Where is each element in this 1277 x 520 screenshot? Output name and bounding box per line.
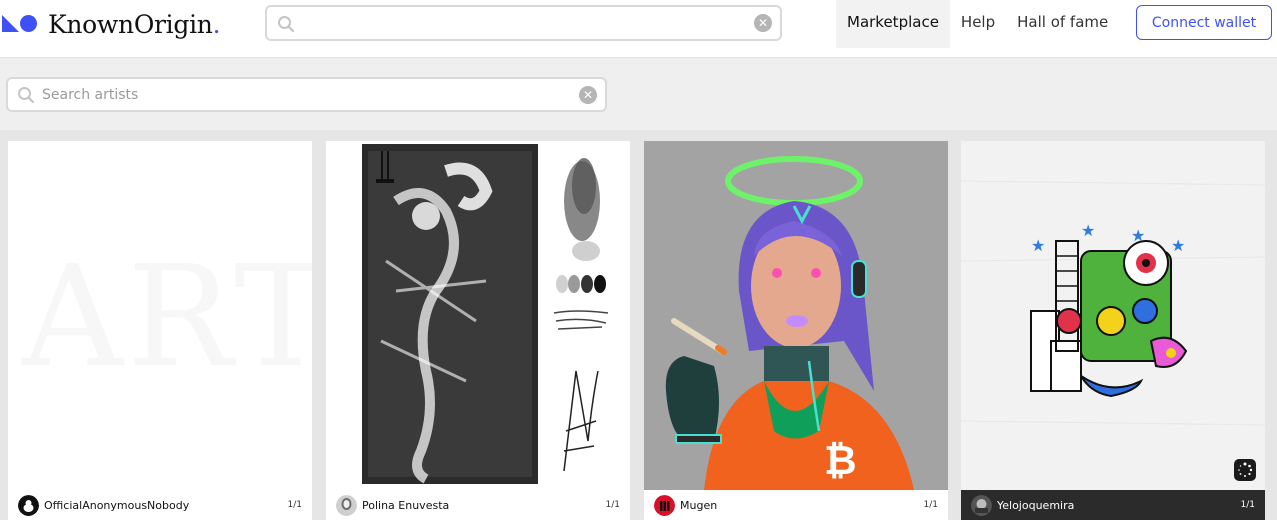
avatar[interactable] bbox=[18, 494, 39, 516]
search-icon bbox=[17, 86, 35, 108]
clear-artist-search-icon[interactable]: ✕ bbox=[579, 86, 597, 104]
svg-text:₿: ₿ bbox=[824, 438, 857, 484]
svg-text:★: ★ bbox=[1171, 236, 1185, 255]
avatar[interactable] bbox=[336, 494, 357, 516]
artist-search[interactable]: ✕ bbox=[6, 77, 607, 112]
nav-hall-of-fame[interactable]: Hall of fame bbox=[1006, 0, 1119, 48]
artwork-image[interactable]: ART bbox=[8, 141, 312, 490]
clear-search-icon[interactable]: ✕ bbox=[754, 14, 772, 32]
artist-search-input[interactable] bbox=[42, 84, 562, 106]
artist-name[interactable]: Polina Enuvesta bbox=[362, 499, 449, 512]
artist-name[interactable]: Mugen bbox=[680, 499, 717, 512]
nav-marketplace[interactable]: Marketplace bbox=[836, 0, 950, 48]
connect-wallet-button[interactable]: Connect wallet bbox=[1136, 5, 1272, 40]
logo[interactable]: KnownOrigin. bbox=[2, 8, 221, 40]
svg-text:★: ★ bbox=[1131, 226, 1145, 245]
card-footer: Polina Enuvesta 1/1 bbox=[326, 490, 630, 520]
svg-text:★: ★ bbox=[1031, 236, 1045, 255]
card-footer: Mugen 1/1 bbox=[644, 490, 948, 520]
card-footer: Yelojoquemira 1/1 bbox=[961, 490, 1265, 520]
edition-count: 1/1 bbox=[605, 500, 620, 510]
loading-spinner-icon bbox=[1234, 459, 1256, 481]
artist-name[interactable]: OfficialAnonymousNobody bbox=[44, 499, 189, 512]
artwork-card[interactable]: ₿ Mugen 1/1 bbox=[644, 141, 948, 520]
main-nav: Marketplace Help Hall of fame bbox=[836, 0, 1119, 48]
svg-text:★: ★ bbox=[1081, 221, 1095, 240]
artwork-card[interactable]: ★ ★ ★ ★ Yelojoquemira 1/1 bbox=[961, 141, 1265, 520]
edition-count: 1/1 bbox=[923, 500, 938, 510]
artwork-image[interactable]: ★ ★ ★ ★ bbox=[961, 141, 1265, 490]
global-search-input[interactable] bbox=[301, 11, 741, 35]
artwork-card[interactable]: Polina Enuvesta 1/1 bbox=[326, 141, 630, 520]
artwork-ghost-text: ART bbox=[22, 236, 312, 399]
artwork-image[interactable]: ₿ bbox=[644, 141, 948, 490]
avatar[interactable] bbox=[654, 494, 675, 516]
logo-mark-icon bbox=[2, 12, 40, 36]
avatar[interactable] bbox=[971, 494, 992, 516]
global-search[interactable]: ✕ bbox=[265, 5, 782, 41]
top-header: KnownOrigin. ✕ Marketplace Help Hall of … bbox=[0, 0, 1277, 58]
edition-count: 1/1 bbox=[287, 500, 302, 510]
search-icon bbox=[277, 15, 295, 37]
nav-help[interactable]: Help bbox=[950, 0, 1006, 48]
artwork-card[interactable]: ART OfficialAnonymousNobody 1/1 bbox=[8, 141, 312, 520]
artwork-image[interactable] bbox=[326, 141, 630, 490]
logo-text: KnownOrigin. bbox=[48, 9, 221, 39]
artist-name[interactable]: Yelojoquemira bbox=[997, 499, 1074, 512]
card-footer: OfficialAnonymousNobody 1/1 bbox=[8, 490, 312, 520]
edition-count: 1/1 bbox=[1240, 500, 1255, 510]
